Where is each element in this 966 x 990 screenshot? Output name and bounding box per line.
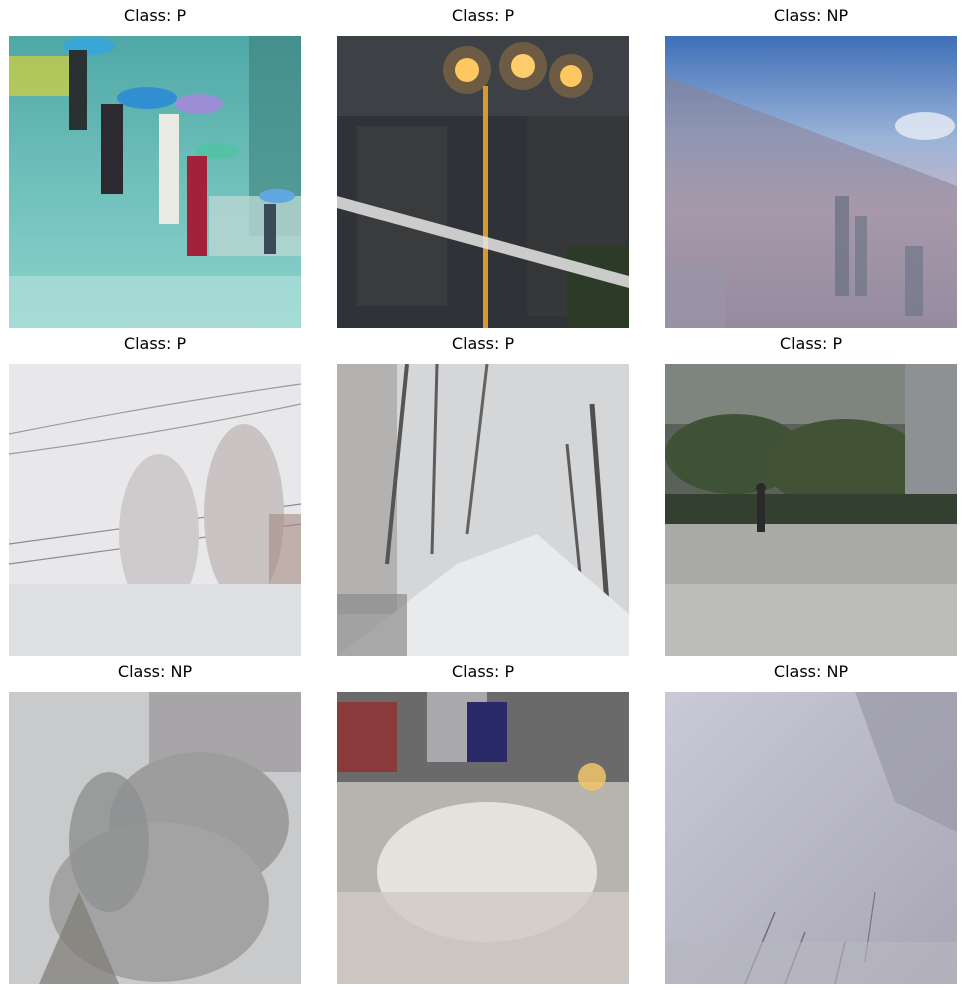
photo-street-lamp-rain (337, 36, 629, 328)
panel-title: Class: P (779, 334, 843, 353)
panel-title: Class: P (451, 334, 515, 353)
photo-runner-heavy-rain (665, 364, 957, 656)
photo-snowy-road-trees (337, 364, 629, 656)
photo-frost-trees-fog (9, 692, 301, 984)
photo-motorcycle-flood-splash (337, 692, 629, 984)
photo-dense-fog (665, 692, 957, 984)
panel-title: Class: NP (773, 6, 849, 25)
photo-rain-umbrellas (9, 36, 301, 328)
panel-title: Class: NP (117, 662, 193, 681)
panel-title: Class: NP (773, 662, 849, 681)
photo-snow-trees-wires (9, 364, 301, 656)
panel-title: Class: P (451, 6, 515, 25)
photo-hazy-skyline (665, 36, 957, 328)
image-grid: Class: P Class: P Class: NP Class: P Cla… (0, 0, 966, 990)
panel-title: Class: P (451, 662, 515, 681)
panel-title: Class: P (123, 6, 187, 25)
panel-title: Class: P (123, 334, 187, 353)
